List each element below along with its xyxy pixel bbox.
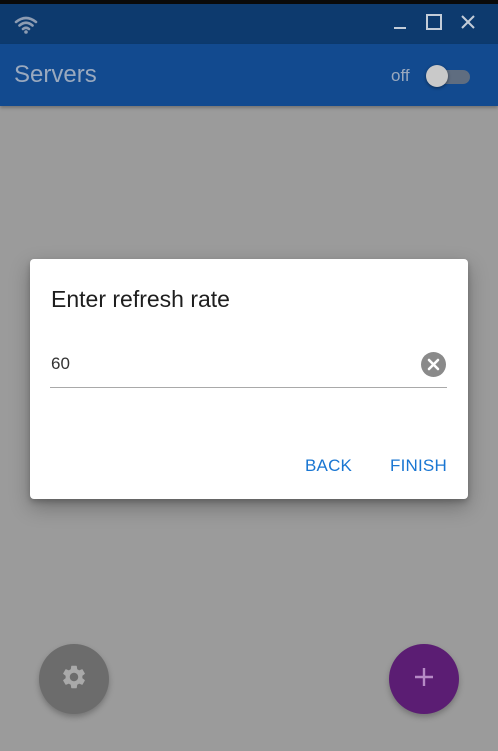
maximize-icon	[425, 13, 443, 36]
minimize-icon	[392, 14, 408, 35]
close-window-button[interactable]	[456, 12, 480, 36]
page-title: Servers	[14, 61, 97, 88]
gear-icon	[60, 663, 88, 696]
wifi-icon	[14, 13, 38, 35]
app-bar: Servers off	[0, 44, 498, 106]
minimize-button[interactable]	[388, 12, 412, 36]
toggle-state-label: off	[391, 66, 410, 85]
refresh-rate-dialog: Enter refresh rate BACK FINISH	[30, 259, 468, 499]
settings-button[interactable]	[39, 644, 109, 714]
app-window: Servers off Enter refresh rate BACK FINI…	[0, 0, 498, 751]
dialog-title: Enter refresh rate	[51, 286, 230, 312]
toggle-thumb	[426, 65, 448, 87]
on-off-toggle[interactable]	[426, 65, 470, 87]
back-button[interactable]: BACK	[305, 456, 352, 476]
add-server-button[interactable]	[389, 644, 459, 714]
window-titlebar	[0, 4, 498, 44]
refresh-rate-input[interactable]	[50, 351, 411, 377]
finish-button[interactable]: FINISH	[390, 456, 447, 476]
clear-circle-icon[interactable]	[421, 352, 446, 377]
plus-icon	[413, 666, 435, 693]
close-icon	[459, 13, 477, 36]
maximize-button[interactable]	[422, 12, 446, 36]
refresh-rate-field	[50, 345, 447, 388]
